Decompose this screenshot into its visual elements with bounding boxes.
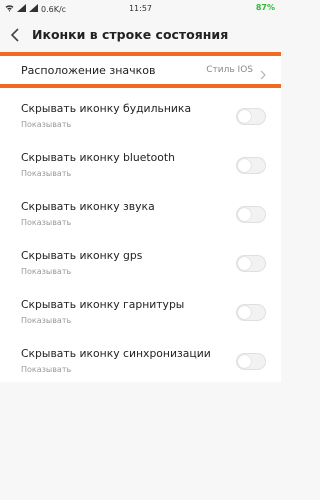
- hide-bluetooth-toggle[interactable]: [236, 157, 266, 174]
- setting-title: Скрывать иконку синхронизации: [21, 347, 211, 360]
- icon-location-setting[interactable]: Расположение значков Стиль IOS: [0, 56, 281, 84]
- status-time: 11:57: [128, 4, 153, 13]
- setting-hide-bluetooth-icon[interactable]: Скрывать иконку bluetooth Показывать: [0, 137, 281, 186]
- setting-hide-gps-icon[interactable]: Скрывать иконку gps Показывать: [0, 235, 281, 284]
- setting-title: Скрывать иконку звука: [21, 200, 155, 213]
- toggle-knob: [238, 159, 251, 172]
- hide-headset-toggle[interactable]: [236, 304, 266, 321]
- toggle-knob: [238, 355, 251, 368]
- hide-gps-toggle[interactable]: [236, 255, 266, 272]
- header: Иконки в строке состояния: [0, 18, 281, 52]
- setting-subtitle: Показывать: [21, 267, 72, 276]
- icon-location-value: Стиль IOS: [206, 65, 253, 75]
- toggle-knob: [238, 257, 251, 270]
- setting-hide-headset-icon[interactable]: Скрывать иконку гарнитуры Показывать: [0, 284, 281, 333]
- chevron-right-icon: [259, 65, 267, 80]
- setting-subtitle: Показывать: [21, 218, 72, 227]
- hide-alarm-toggle[interactable]: [236, 108, 266, 125]
- toggle-knob: [238, 110, 251, 123]
- setting-subtitle: Показывать: [21, 365, 72, 374]
- setting-hide-alarm-icon[interactable]: Скрывать иконку будильника Показывать: [0, 88, 281, 137]
- hide-sync-toggle[interactable]: [236, 353, 266, 370]
- chevron-left-icon: [6, 28, 26, 49]
- setting-title: Скрывать иконку bluetooth: [21, 151, 175, 164]
- back-button[interactable]: [6, 25, 26, 45]
- status-bar: 0.6K/c 11:57 87%: [0, 0, 281, 18]
- setting-subtitle: Показывать: [21, 120, 72, 129]
- setting-subtitle: Показывать: [21, 169, 72, 178]
- toggle-knob: [238, 208, 251, 221]
- setting-subtitle: Показывать: [21, 316, 72, 325]
- battery-level: 87%: [255, 3, 275, 12]
- setting-title: Скрывать иконку будильника: [21, 102, 192, 115]
- setting-hide-sound-icon[interactable]: Скрывать иконку звука Показывать: [0, 186, 281, 235]
- icon-location-label: Расположение значков: [21, 64, 156, 77]
- page-title: Иконки в строке состояния: [32, 27, 229, 42]
- hide-sound-toggle[interactable]: [236, 206, 266, 223]
- setting-title: Скрывать иконку gps: [21, 249, 143, 262]
- setting-title: Скрывать иконку гарнитуры: [21, 298, 185, 311]
- settings-list: Скрывать иконку будильника Показывать Ск…: [0, 88, 281, 382]
- setting-hide-sync-icon[interactable]: Скрывать иконку синхронизации Показывать: [0, 333, 281, 382]
- toggle-knob: [238, 306, 251, 319]
